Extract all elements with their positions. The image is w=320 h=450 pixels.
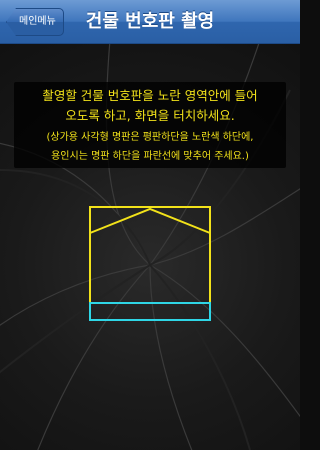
- instruction-panel: 촬영할 건물 번호판을 노란 영역안에 들어 오도록 하고, 화면을 터치하세요…: [14, 82, 286, 168]
- blue-guide-line: [89, 302, 211, 321]
- instruction-line-1: 촬영할 건물 번호판을 노란 영역안에 들어: [42, 88, 258, 103]
- page-title: 건물 번호판 촬영: [85, 11, 215, 32]
- navigation-bar: 메인메뉴 건물 번호판 촬영: [0, 0, 300, 44]
- main-menu-back-button[interactable]: 메인메뉴: [6, 8, 64, 36]
- camera-screen[interactable]: 메인메뉴 건물 번호판 촬영 촬영할 건물 번호판을 노란 영역안에 들어 오도…: [0, 0, 300, 450]
- instruction-note-line-1: (상가용 사각형 명판은 평판하단을 노란색 하단에,: [46, 132, 254, 143]
- instruction-note-line-2: 용인시는 명판 하단을 파란선에 맞추어 주세요.): [51, 151, 249, 162]
- instruction-line-2: 오도록 하고, 화면을 터치하세요.: [65, 108, 235, 123]
- yellow-guide-roof: [89, 207, 211, 234]
- yellow-guide-rectangle: [89, 206, 211, 304]
- plate-guide-frame: [89, 206, 211, 321]
